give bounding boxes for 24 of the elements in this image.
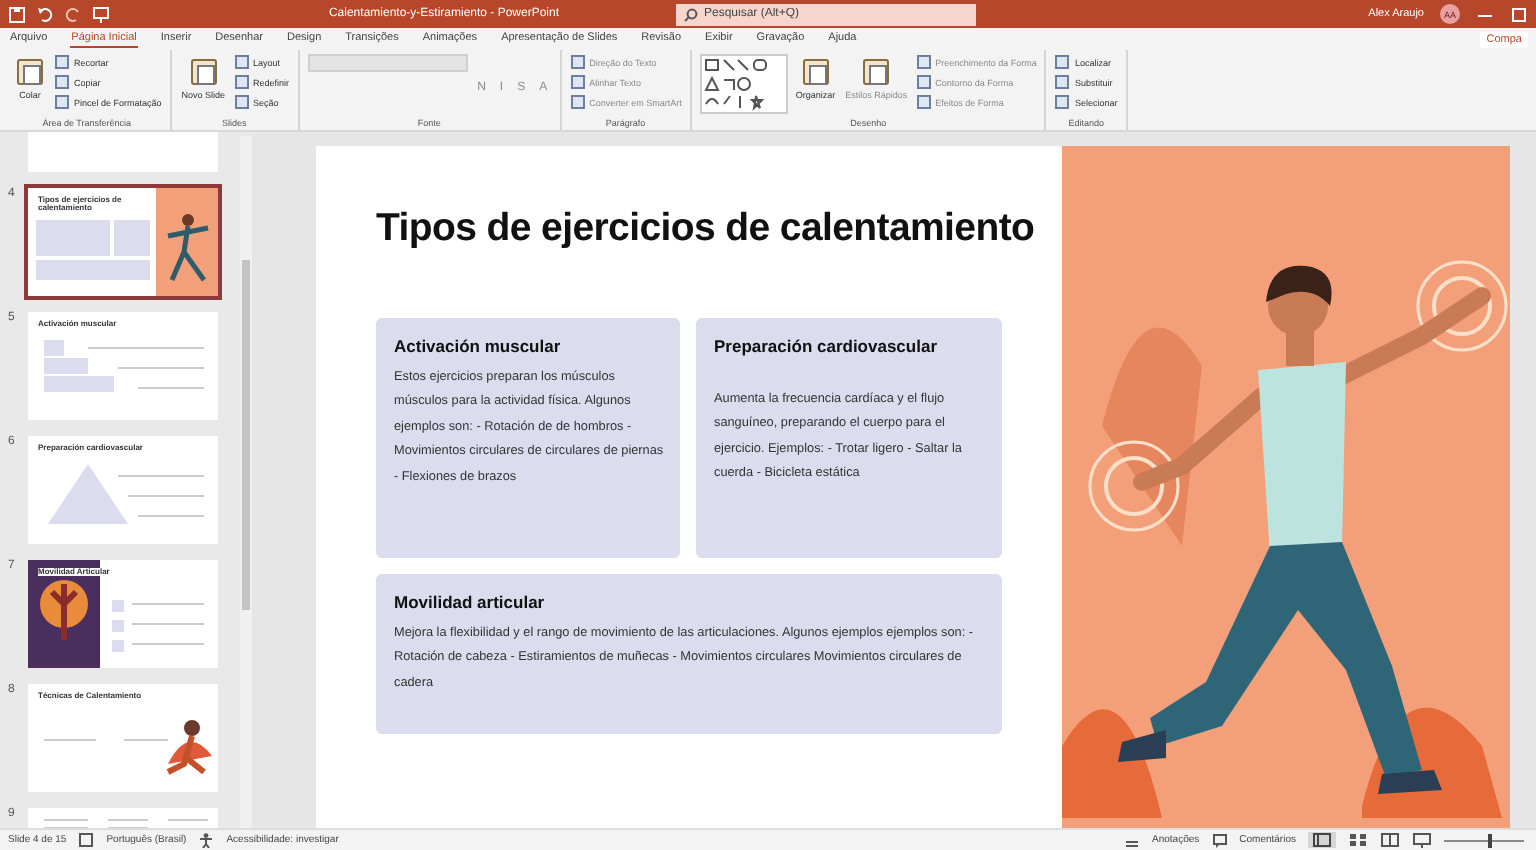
reading-view-icon [1380,832,1400,848]
card-heading: Movilidad articular [394,592,547,612]
search-icon [684,7,698,21]
normal-view-icon [1312,832,1332,848]
redo-icon [64,5,82,23]
accessibility-icon [198,832,215,848]
comment-icon [1211,832,1228,848]
slide-title: Tipos de ejercicios de calentamiento [376,206,1037,252]
presentation-icon [92,5,110,23]
document-icon [14,56,46,88]
card-heading: Activación muscular [394,336,563,356]
grid-view-icon [1348,832,1368,848]
save-icon [8,5,26,23]
scrollbar-thumb[interactable] [242,260,250,610]
scrollbar[interactable] [240,136,252,828]
normal-view-button[interactable] [1308,832,1336,848]
document-icon [187,56,220,88]
card-heading: Preparación cardiovascular [714,336,940,356]
undo-icon [36,5,54,23]
maximize-icon [1510,5,1528,23]
document-icon [799,56,832,88]
document-icon [860,56,893,88]
slideshow-icon [1412,832,1432,848]
spellcheck-icon [78,832,95,848]
